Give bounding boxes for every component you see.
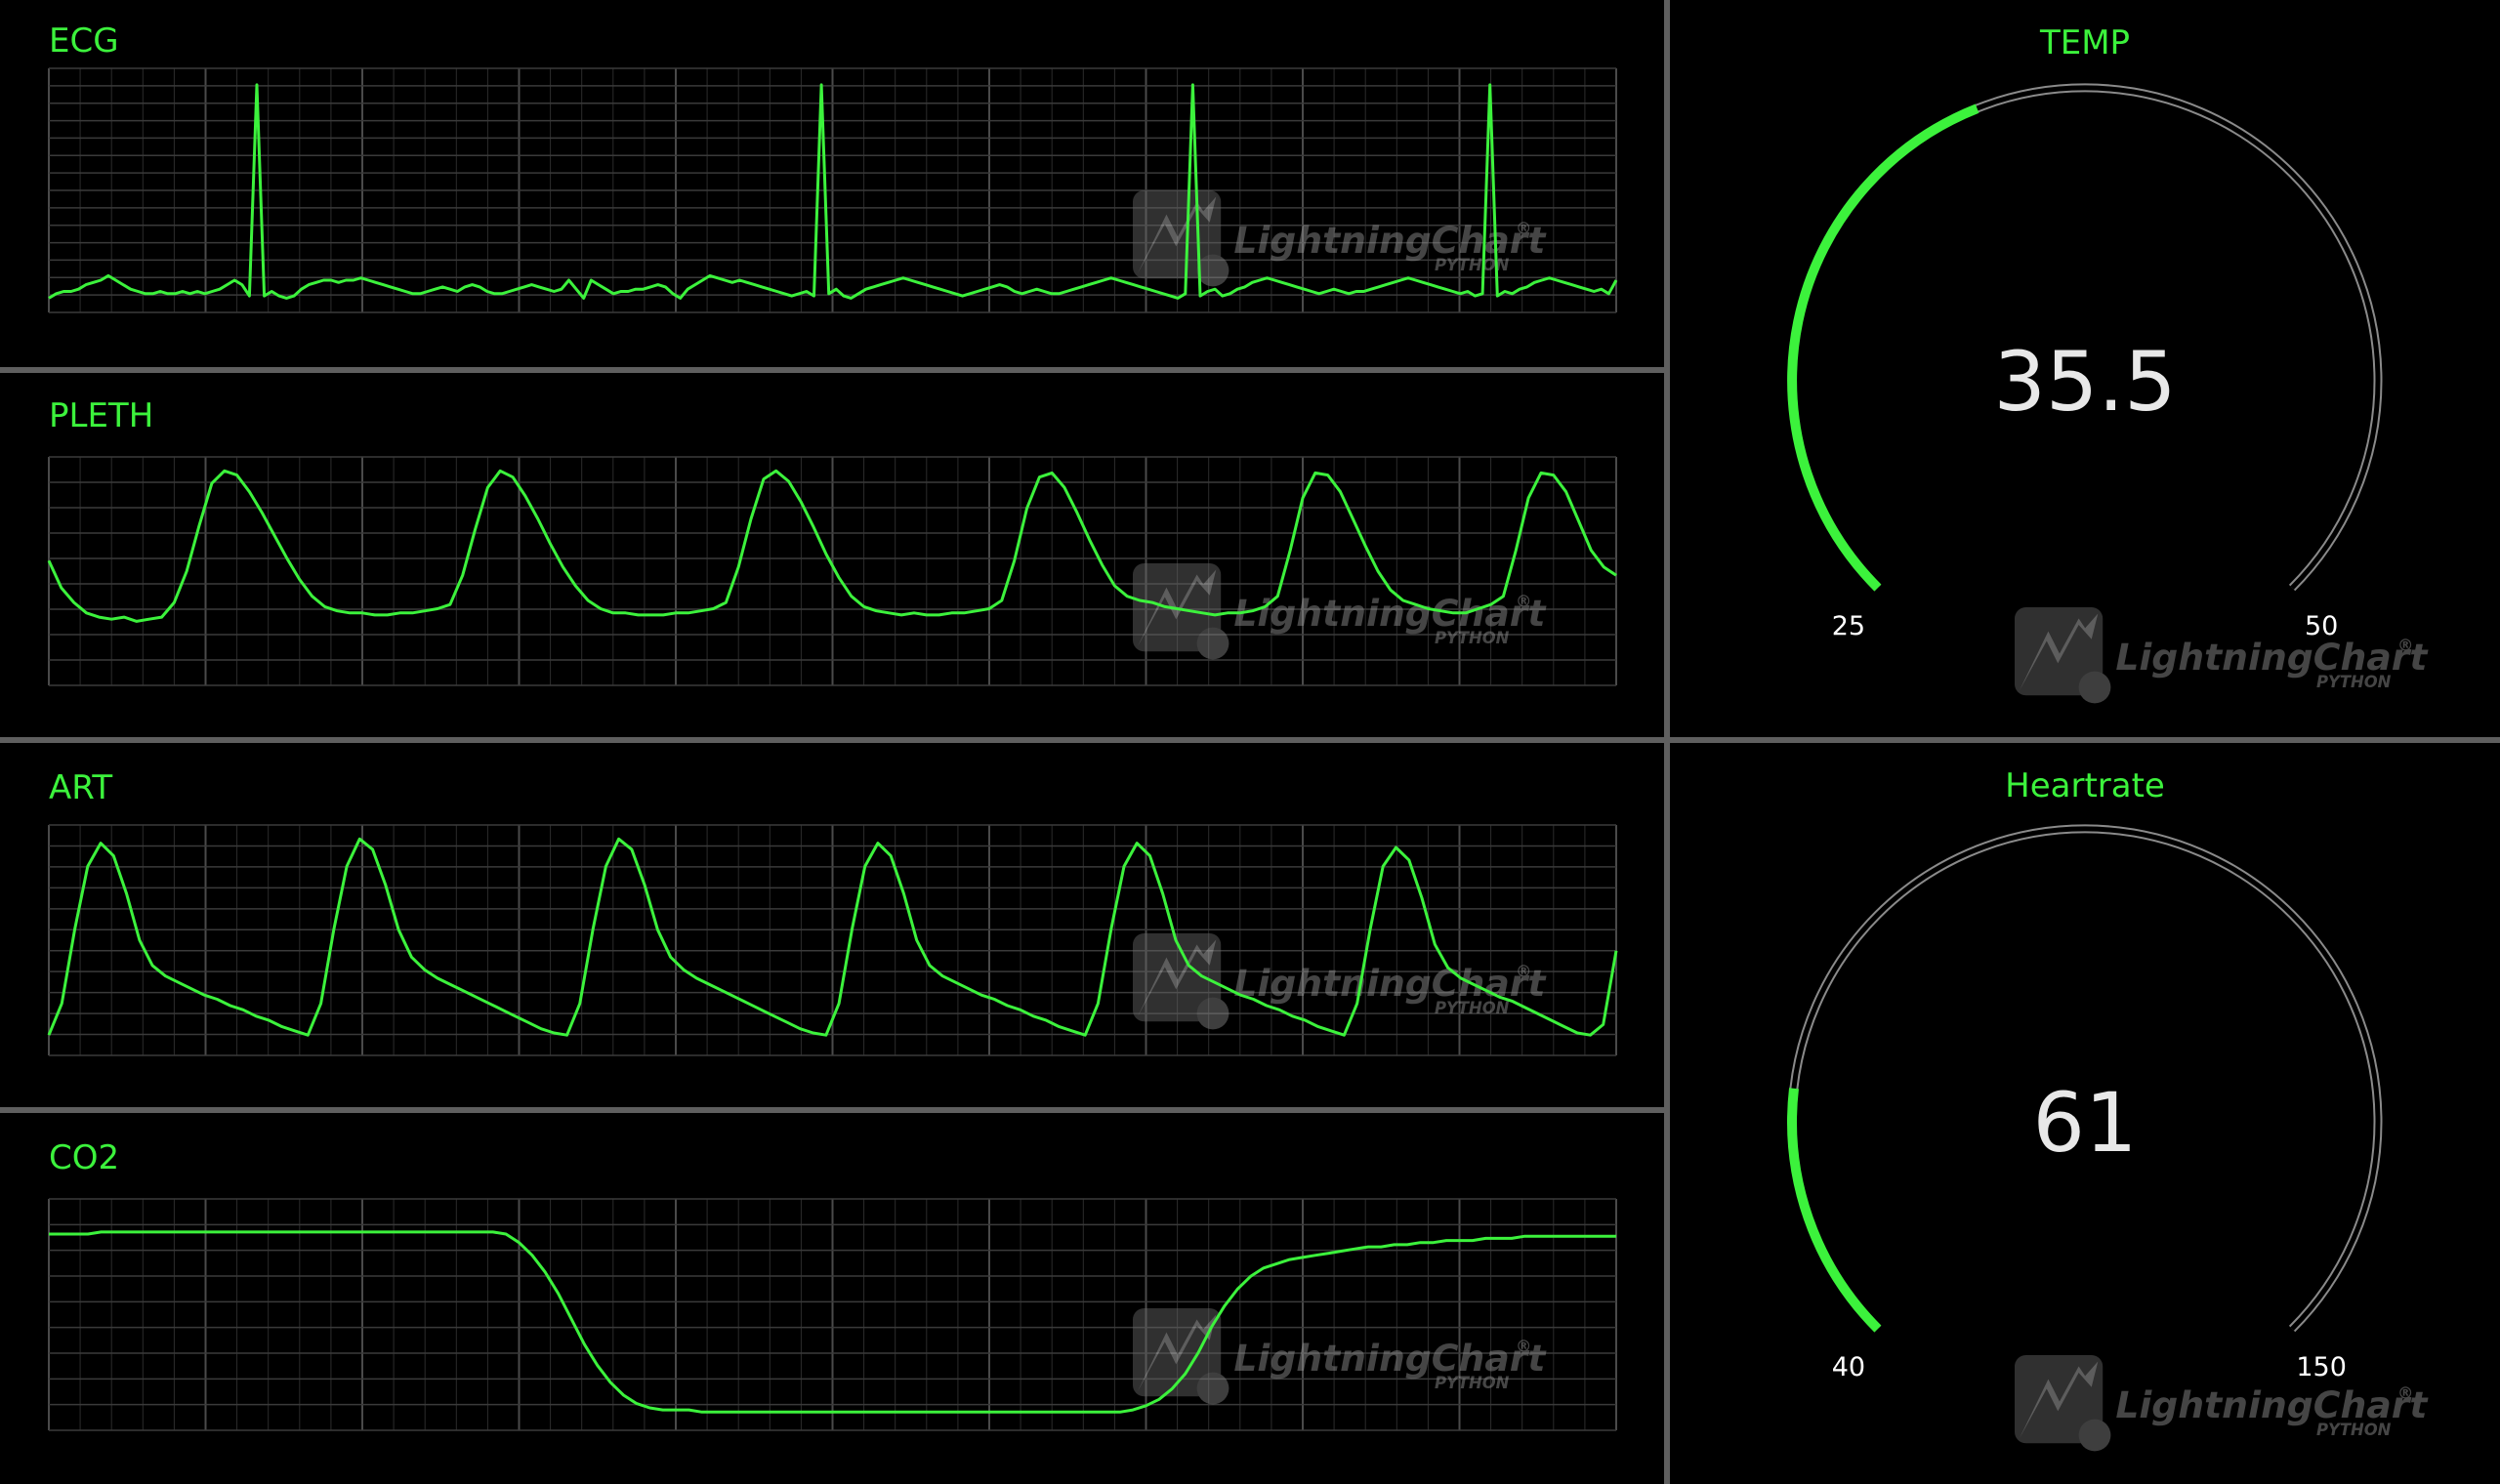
co2-panel: CO2 LightningChart ® PYTHON <box>0 1113 1664 1484</box>
python-icon <box>2078 1419 2111 1452</box>
python-icon <box>1196 627 1229 660</box>
temp-gauge-panel: TEMP LightningChart ® PYTHON 35.5 25 50 <box>1670 0 2500 737</box>
chart-grid <box>48 456 1617 686</box>
watermark-registered: ® <box>1516 1337 1531 1355</box>
lightningchart-watermark: LightningChart®PYTHON <box>1133 933 1547 1030</box>
gauge-value-arc <box>1787 1088 1882 1333</box>
lightningchart-watermark: LightningChart®PYTHON <box>2015 607 2429 704</box>
ecg-chart: LightningChart®PYTHON <box>48 67 1618 313</box>
heartrate-gauge: LightningChart®PYTHON6140 150 <box>1787 824 2429 1452</box>
gauge-value: 61 <box>2033 1075 2138 1171</box>
python-icon <box>1196 1372 1229 1405</box>
watermark-sub: PYTHON <box>2316 1421 2392 1439</box>
watermark-registered: ® <box>1516 962 1531 980</box>
gauge-max-label: 150 <box>2296 1352 2347 1382</box>
chart-grid <box>48 67 1617 313</box>
art-panel: ART LightningChart ® PYTHON <box>0 743 1664 1107</box>
watermark-sub: PYTHON <box>2316 673 2392 691</box>
pleth-panel: PLETH LightningChart ® PYTHON <box>0 373 1664 737</box>
python-icon <box>1196 254 1229 287</box>
co2-chart: LightningChart®PYTHON <box>48 1198 1617 1431</box>
watermark-sub: PYTHON <box>1435 999 1510 1017</box>
watermark-registered: ® <box>2397 1383 2413 1402</box>
python-icon <box>2078 671 2111 704</box>
gauge-value-arc <box>1787 103 1979 592</box>
gauge-min-label: 40 <box>1832 1352 1865 1382</box>
gauge-value: 35.5 <box>1993 334 2176 430</box>
watermark-sub: PYTHON <box>1435 256 1510 274</box>
heartrate-gauge-panel: Heartrate LightningChart ® PYTHON 61 40 150 <box>1670 743 2500 1484</box>
watermark-sub: PYTHON <box>1435 1374 1510 1392</box>
art-chart: LightningChart®PYTHON <box>47 824 1618 1056</box>
chart-grid <box>48 1198 1617 1431</box>
gauge-min-label: 25 <box>1832 611 1865 641</box>
python-icon <box>1196 997 1229 1030</box>
ecg-panel: ECG LightningChart ® PYTHON <box>0 0 1664 367</box>
lightningchart-watermark: LightningChart®PYTHON <box>2015 1355 2429 1452</box>
pleth-chart: LightningChart®PYTHON <box>47 456 1617 686</box>
gauge-max-label: 50 <box>2305 611 2338 641</box>
watermark-registered: ® <box>1516 219 1531 237</box>
watermark-registered: ® <box>2397 636 2413 654</box>
watermark-sub: PYTHON <box>1435 629 1510 647</box>
watermark-registered: ® <box>1516 592 1531 610</box>
temp-gauge: LightningChart®PYTHON35.525 50 <box>1787 83 2429 704</box>
